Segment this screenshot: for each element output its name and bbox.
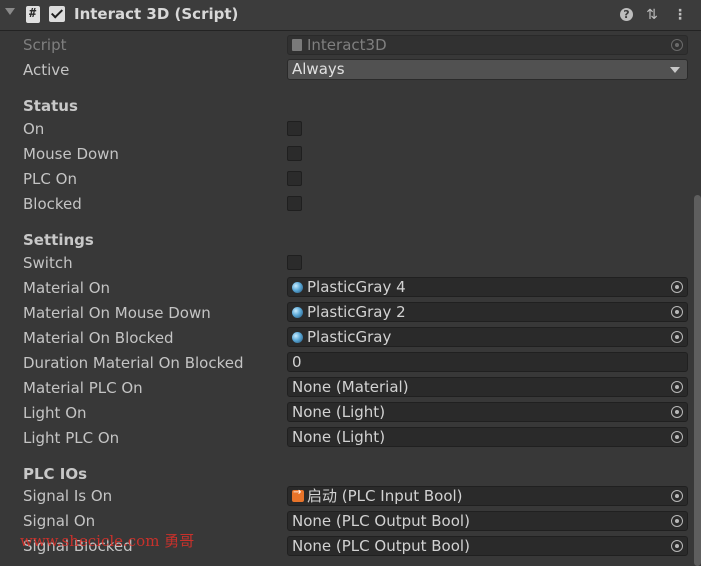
material-on-value: PlasticGray 4 xyxy=(307,278,406,296)
settings-section-header: Settings xyxy=(23,231,94,249)
script-label: Script xyxy=(23,36,67,54)
light-plc-on-label: Light PLC On xyxy=(23,429,120,447)
material-sphere-icon xyxy=(292,307,303,318)
active-value: Always xyxy=(292,60,345,78)
light-plc-on-field[interactable]: None (Light) xyxy=(287,427,688,447)
material-plc-on-field[interactable]: None (Material) xyxy=(287,377,688,397)
material-on-mouse-down-value: PlasticGray 2 xyxy=(307,303,406,321)
material-on-blocked-label: Material On Blocked xyxy=(23,329,174,347)
light-on-field[interactable]: None (Light) xyxy=(287,402,688,422)
signal-on-label: Signal On xyxy=(23,512,96,530)
presets-icon[interactable]: ⇅ xyxy=(644,7,660,23)
on-label: On xyxy=(23,120,45,138)
object-picker-icon[interactable] xyxy=(671,431,683,443)
duration-material-on-blocked-input[interactable]: 0 xyxy=(287,352,688,372)
material-on-blocked-value: PlasticGray xyxy=(307,328,392,346)
material-sphere-icon xyxy=(292,282,303,293)
plc-ios-section-header: PLC IOs xyxy=(23,465,88,483)
foldout-arrow-icon[interactable] xyxy=(5,8,15,15)
object-picker-icon[interactable] xyxy=(671,281,683,293)
script-file-icon: # xyxy=(26,6,40,23)
signal-is-on-value: 启动 (PLC Input Bool) xyxy=(307,487,463,505)
active-dropdown[interactable]: Always xyxy=(287,59,688,80)
chevron-down-icon xyxy=(670,67,680,73)
material-on-field[interactable]: PlasticGray 4 xyxy=(287,277,688,297)
component-enabled-checkbox[interactable] xyxy=(49,6,65,22)
material-sphere-icon xyxy=(292,332,303,343)
switch-label: Switch xyxy=(23,254,73,272)
active-label: Active xyxy=(23,61,70,79)
material-on-label: Material On xyxy=(23,279,111,297)
signal-is-on-field[interactable]: 启动 (PLC Input Bool) xyxy=(287,486,688,506)
mouse-down-label: Mouse Down xyxy=(23,145,119,163)
status-section-header: Status xyxy=(23,97,78,115)
plc-input-icon xyxy=(292,487,304,502)
material-on-mouse-down-label: Material On Mouse Down xyxy=(23,304,211,322)
material-plc-on-label: Material PLC On xyxy=(23,379,143,397)
component-title: Interact 3D (Script) xyxy=(74,5,239,23)
object-picker-icon[interactable] xyxy=(671,406,683,418)
object-picker-icon[interactable] xyxy=(671,306,683,318)
script-file-icon xyxy=(292,39,302,51)
signal-blocked-field[interactable]: None (PLC Output Bool) xyxy=(287,536,688,556)
light-plc-on-value: None (Light) xyxy=(292,428,386,446)
script-value: Interact3D xyxy=(307,36,387,54)
object-picker-icon[interactable] xyxy=(671,331,683,343)
watermark: www.shecicle.com 勇哥 xyxy=(20,532,195,550)
on-checkbox[interactable] xyxy=(287,121,302,136)
mouse-down-checkbox[interactable] xyxy=(287,146,302,161)
plc-on-checkbox[interactable] xyxy=(287,171,302,186)
light-on-label: Light On xyxy=(23,404,87,422)
signal-is-on-label: Signal Is On xyxy=(23,487,113,505)
signal-on-field[interactable]: None (PLC Output Bool) xyxy=(287,511,688,531)
material-on-blocked-field[interactable]: PlasticGray xyxy=(287,327,688,347)
object-picker-icon[interactable] xyxy=(671,490,683,502)
light-on-value: None (Light) xyxy=(292,403,386,421)
switch-checkbox[interactable] xyxy=(287,255,302,270)
script-field: Interact3D xyxy=(287,35,688,55)
help-icon[interactable]: ? xyxy=(620,8,633,21)
signal-blocked-value: None (PLC Output Bool) xyxy=(292,537,470,555)
blocked-checkbox[interactable] xyxy=(287,196,302,211)
object-picker-icon[interactable] xyxy=(671,540,683,552)
material-plc-on-value: None (Material) xyxy=(292,378,409,396)
material-on-mouse-down-field[interactable]: PlasticGray 2 xyxy=(287,302,688,322)
duration-material-on-blocked-label: Duration Material On Blocked xyxy=(23,354,244,372)
object-picker-icon[interactable] xyxy=(671,515,683,527)
inspector-scrollbar[interactable] xyxy=(694,195,701,566)
object-picker-icon xyxy=(671,39,683,51)
context-menu-icon[interactable]: ⋮ xyxy=(672,7,688,23)
plc-on-label: PLC On xyxy=(23,170,77,188)
object-picker-icon[interactable] xyxy=(671,381,683,393)
blocked-label: Blocked xyxy=(23,195,82,213)
component-header: # Interact 3D (Script) ? ⇅ ⋮ xyxy=(0,0,701,31)
duration-value: 0 xyxy=(292,353,302,371)
signal-on-value: None (PLC Output Bool) xyxy=(292,512,470,530)
